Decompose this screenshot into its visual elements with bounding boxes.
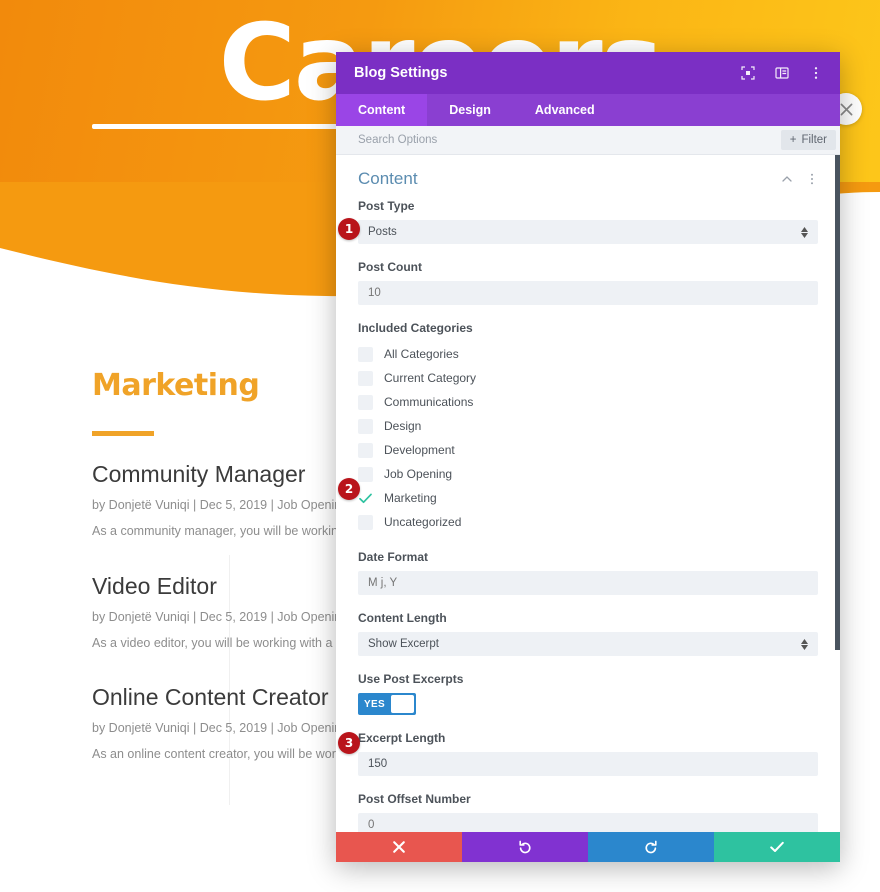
checkbox-icon[interactable] <box>358 514 373 530</box>
checkbox-icon[interactable] <box>358 346 373 362</box>
field-post-count: Post Count <box>358 260 818 305</box>
search-bar: + Filter <box>336 126 840 155</box>
checkbox-icon[interactable] <box>358 418 373 434</box>
modal-title: Blog Settings <box>354 65 448 81</box>
callout-badge-1: 1 <box>338 218 360 240</box>
category-checkbox-row-marketing[interactable]: Marketing <box>358 486 818 510</box>
category-checkbox-row[interactable]: Job Opening <box>358 462 818 486</box>
more-vertical-icon[interactable] <box>806 63 826 83</box>
category-checkbox-row[interactable]: All Categories <box>358 342 818 366</box>
post-count-label: Post Count <box>358 260 422 274</box>
plus-icon: + <box>789 134 797 146</box>
chevron-up-icon[interactable] <box>781 173 793 185</box>
modal-body: Content Post Type Posts Post Count 10 In… <box>336 155 840 832</box>
field-included-categories: Included Categories All Categories Curre… <box>358 321 818 534</box>
date-format-label: Date Format <box>358 550 429 564</box>
more-vertical-icon[interactable] <box>806 173 818 185</box>
category-label: Design <box>384 419 422 433</box>
field-date-format: Date Format <box>358 550 818 595</box>
field-content-length: Content Length Show Excerpt <box>358 611 818 656</box>
use-post-excerpts-toggle[interactable]: YES <box>358 693 416 715</box>
content-length-label: Content Length <box>358 611 447 625</box>
tab-design[interactable]: Design <box>427 94 513 126</box>
post-type-select[interactable]: Posts <box>358 220 818 244</box>
category-label: Current Category <box>384 371 477 385</box>
cancel-button[interactable] <box>336 832 462 862</box>
category-label: Development <box>384 443 455 457</box>
checkbox-icon[interactable] <box>358 442 373 458</box>
field-post-type: Post Type Posts <box>358 199 818 244</box>
checkbox-icon[interactable] <box>358 466 373 482</box>
field-use-post-excerpts: Use Post Excerpts YES <box>358 672 818 715</box>
callout-badge-3: 3 <box>338 732 360 754</box>
toggle-state-label: YES <box>364 698 385 710</box>
excerpt-length-label: Excerpt Length <box>358 731 446 745</box>
date-format-input[interactable] <box>358 571 818 595</box>
category-label: Uncategorized <box>384 515 462 529</box>
x-icon <box>393 841 405 853</box>
post-type-label: Post Type <box>358 199 415 213</box>
toggle-knob <box>390 695 414 713</box>
tab-advanced[interactable]: Advanced <box>513 94 617 126</box>
modal-header: Blog Settings <box>336 52 840 94</box>
layout-panel-icon[interactable] <box>772 63 792 83</box>
included-categories-label: Included Categories <box>358 321 473 335</box>
checkbox-icon[interactable] <box>358 394 373 410</box>
callout-badge-2: 2 <box>338 478 360 500</box>
category-label: Marketing <box>384 491 437 505</box>
category-heading: Marketing <box>92 368 260 403</box>
category-label: Communications <box>384 395 474 409</box>
content-length-select[interactable]: Show Excerpt <box>358 632 818 656</box>
field-excerpt-length: Excerpt Length 150 <box>358 731 818 776</box>
category-checkbox-row[interactable]: Development <box>358 438 818 462</box>
post-offset-number-label: Post Offset Number <box>358 792 471 806</box>
filter-button[interactable]: + Filter <box>780 130 836 150</box>
category-divider <box>92 431 154 436</box>
undo-button[interactable] <box>462 832 588 862</box>
category-checkbox-row[interactable]: Communications <box>358 390 818 414</box>
post-offset-number-input[interactable] <box>358 813 818 832</box>
screen: Careers Marketing Community Manager by D… <box>0 0 880 892</box>
category-checkbox-row[interactable]: Design <box>358 414 818 438</box>
stepper-arrows-icon <box>801 638 808 650</box>
blog-settings-modal: Blog Settings Content Design Advanced Se… <box>336 52 840 862</box>
focus-target-icon[interactable] <box>738 63 758 83</box>
save-button[interactable] <box>714 832 840 862</box>
undo-icon <box>519 840 531 854</box>
category-checkbox-row[interactable]: Current Category <box>358 366 818 390</box>
settings-scroll-area: Content Post Type Posts Post Count 10 In… <box>336 155 840 832</box>
post-type-value: Posts <box>368 226 397 238</box>
modal-scrollbar-thumb[interactable] <box>835 155 840 650</box>
excerpt-length-value: 150 <box>368 758 388 770</box>
category-checkbox-row[interactable]: Uncategorized <box>358 510 818 534</box>
field-post-offset-number: Post Offset Number <box>358 792 818 832</box>
excerpt-length-input[interactable]: 150 <box>358 752 818 776</box>
content-section-header: Content <box>358 155 818 199</box>
stepper-arrows-icon <box>801 226 808 238</box>
filter-button-label: Filter <box>801 134 827 146</box>
modal-footer <box>336 832 840 862</box>
redo-button[interactable] <box>588 832 714 862</box>
section-title: Content <box>358 169 418 188</box>
redo-icon <box>645 840 657 854</box>
category-label: All Categories <box>384 347 459 361</box>
close-icon <box>840 103 852 115</box>
checkbox-checked-icon[interactable] <box>358 491 373 506</box>
modal-tabs: Content Design Advanced <box>336 94 840 126</box>
modal-header-actions <box>738 63 826 83</box>
checkbox-icon[interactable] <box>358 370 373 386</box>
tab-content[interactable]: Content <box>336 94 428 126</box>
category-label: Job Opening <box>384 467 453 481</box>
use-post-excerpts-label: Use Post Excerpts <box>358 672 464 686</box>
search-input[interactable] <box>358 134 781 146</box>
content-length-value: Show Excerpt <box>368 638 439 650</box>
post-count-input[interactable] <box>358 281 818 305</box>
check-icon <box>770 841 784 852</box>
